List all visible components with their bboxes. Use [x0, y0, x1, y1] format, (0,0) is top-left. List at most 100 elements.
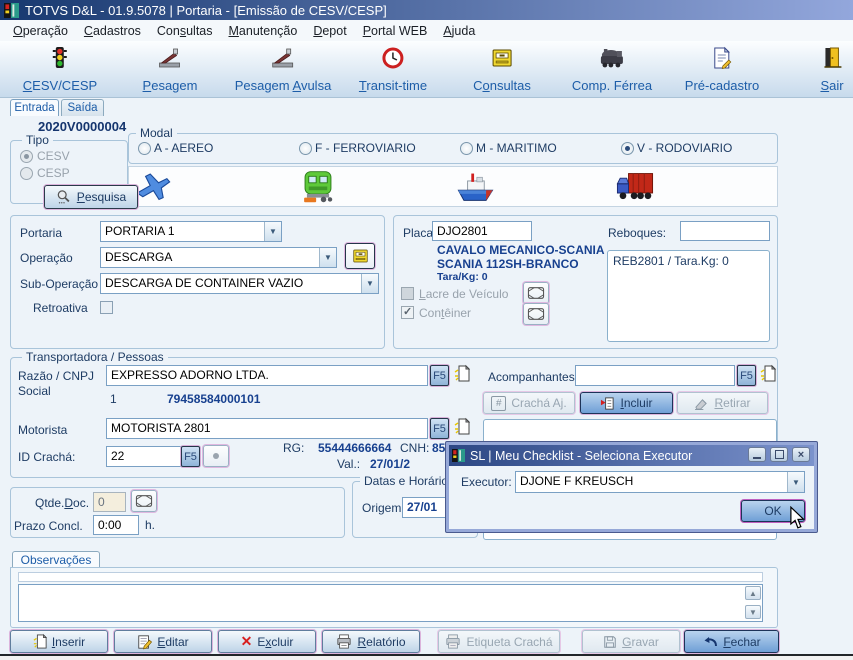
reboques-listbox[interactable]: REB2801 / Tara.Kg: 0: [607, 250, 770, 342]
operacao-combobox[interactable]: DESCARGA ▼: [100, 247, 337, 268]
tab-saida-label: Saída: [67, 102, 98, 114]
menu-cadastros[interactable]: Cadastros: [77, 22, 148, 40]
dropdown-arrow-icon[interactable]: ▼: [264, 222, 281, 241]
toolbar-pesagem-avulsa-label: Pesagem Avulsa: [234, 78, 332, 93]
menu-operacao[interactable]: Operação: [6, 22, 75, 40]
val-label: Val.:: [337, 457, 361, 471]
radio-aereo[interactable]: [138, 142, 151, 155]
razao-input[interactable]: EXPRESSO ADORNO LTDA.: [106, 365, 428, 386]
dialog-minimize-button[interactable]: [748, 447, 766, 462]
scroll-up-icon[interactable]: ▲: [745, 586, 761, 600]
pesquisa-button-label: Pesquisa: [76, 190, 127, 204]
razao-new-document-icon[interactable]: [454, 364, 471, 388]
tab-saida[interactable]: Saída: [61, 99, 104, 116]
document-number: 2020V0000004: [38, 119, 127, 134]
id-cracha-dot-button[interactable]: [203, 445, 229, 467]
razao-label-line2: Social: [18, 384, 51, 398]
menu-consultas[interactable]: Consultas: [150, 22, 220, 40]
id-cracha-f5-button[interactable]: F5: [181, 446, 200, 467]
relatorio-button[interactable]: Relatório: [322, 630, 420, 653]
excluir-button[interactable]: ✕ Excluir: [218, 630, 316, 653]
dropdown-arrow-icon[interactable]: ▼: [319, 248, 336, 267]
gravar-button: Gravar: [582, 630, 680, 653]
truck-icon: [615, 168, 655, 210]
executor-combobox[interactable]: DJONE F KREUSCH ▼: [515, 471, 805, 493]
menu-depot[interactable]: Depot: [306, 22, 353, 40]
radio-maritimo[interactable]: [460, 142, 473, 155]
tab-observacoes[interactable]: Observações: [12, 551, 100, 568]
toolbar-transit-time[interactable]: Transit-time: [359, 46, 427, 93]
menu-bar: Operação Cadastros Consultas Manutenção …: [0, 20, 853, 41]
reboque-list-item[interactable]: REB2801 / Tara.Kg: 0: [613, 254, 729, 268]
toolbar-pesagem-avulsa[interactable]: Pesagem Avulsa: [234, 46, 332, 93]
acompanhantes-input[interactable]: [575, 365, 735, 386]
motorista-new-document-icon[interactable]: [454, 417, 471, 441]
executor-label: Executor:: [461, 475, 512, 489]
retroativa-label: Retroativa: [33, 301, 88, 315]
prazo-concl-input[interactable]: 0:00: [93, 515, 139, 535]
scroll-down-icon[interactable]: ▼: [745, 605, 761, 619]
razao-f5-button[interactable]: F5: [430, 365, 449, 386]
motorista-f5-button[interactable]: F5: [430, 418, 449, 439]
qtde-doc-detail-button[interactable]: [131, 490, 157, 512]
radio-ferroviario-label: F - FERROVIARIO: [315, 141, 416, 155]
app-icon: [4, 2, 19, 18]
radio-rodoviario-label: V - RODOVIARIO: [637, 141, 733, 155]
conteiner-detail-button[interactable]: [523, 303, 549, 325]
fechar-button[interactable]: Fechar: [684, 630, 779, 653]
incluir-button[interactable]: Incluir: [580, 392, 673, 414]
toolbar-consultas[interactable]: Consultas: [473, 46, 531, 93]
toolbar-cesv-cesp[interactable]: CESV/CESP: [23, 46, 97, 93]
toolbar-transit-time-label: Transit-time: [358, 78, 428, 93]
toolbar-sair[interactable]: Sair: [820, 46, 844, 93]
new-document-icon: [33, 633, 47, 650]
radio-ferroviario[interactable]: [299, 142, 312, 155]
prazo-unit-label: h.: [145, 518, 156, 532]
editar-button[interactable]: Editar: [114, 630, 212, 653]
menu-portal-web[interactable]: Portal WEB: [356, 22, 435, 40]
observacoes-textarea[interactable]: [18, 584, 763, 622]
acompanhantes-f5-button[interactable]: F5: [737, 365, 756, 386]
conteiner-checkbox: ✓: [401, 306, 414, 319]
hash-badge-icon: #: [491, 395, 507, 411]
window-titlebar: TOTVS D&L - 01.9.5078 | Portaria - [Emis…: [0, 0, 853, 20]
retirar-label: Retirar: [714, 396, 751, 410]
portaria-combobox[interactable]: PORTARIA 1 ▼: [100, 221, 282, 242]
suboperacao-combobox[interactable]: DESCARGA DE CONTAINER VAZIO ▼: [100, 273, 379, 294]
razao-code: 1: [110, 392, 117, 406]
radio-rodoviario[interactable]: [621, 142, 634, 155]
radio-cesv-label: CESV: [37, 149, 70, 163]
vehicle-tara: Tara/Kg: 0: [437, 271, 488, 283]
dialog-close-button[interactable]: ×: [792, 447, 810, 462]
toolbar-pesagem[interactable]: Pesagem: [143, 46, 197, 93]
dialog-title: SL | Meu Checklist - Seleciona Executor: [470, 448, 693, 463]
dropdown-arrow-icon[interactable]: ▼: [361, 274, 378, 293]
scale-icon: [271, 46, 295, 75]
retroativa-checkbox[interactable]: [100, 301, 113, 314]
toolbar-comp-ferrea[interactable]: Comp. Férrea: [572, 46, 652, 93]
pesquisa-button[interactable]: Pesquisa: [44, 185, 138, 209]
incluir-label: Incluir: [620, 396, 653, 410]
edit-document-icon: [137, 634, 153, 650]
id-cracha-label: ID Crachá:: [18, 450, 76, 464]
lacre-detail-button[interactable]: [523, 282, 549, 304]
menu-manutencao[interactable]: Manutenção: [222, 22, 305, 40]
menu-ajuda[interactable]: Ajuda: [436, 22, 482, 40]
toolbar-pre-cadastro[interactable]: Pré-cadastro: [685, 46, 759, 93]
printer-icon: [336, 634, 352, 649]
placa-input[interactable]: DJO2801: [432, 221, 532, 241]
motorista-input[interactable]: MOTORISTA 2801: [106, 418, 428, 439]
toolbar-comp-ferrea-label: Comp. Férrea: [571, 78, 653, 93]
id-cracha-input[interactable]: 22: [106, 446, 182, 467]
dropdown-arrow-icon[interactable]: ▼: [787, 472, 804, 492]
inserir-button[interactable]: Inserir: [10, 630, 108, 653]
people-legend: Transportadora / Pessoas: [22, 350, 168, 364]
acompanhantes-new-document-icon[interactable]: [760, 364, 777, 388]
dialog-maximize-button[interactable]: [770, 447, 788, 462]
toolbar-cesv-cesp-label: CESV/CESP: [22, 78, 98, 93]
inserir-label: Inserir: [51, 634, 86, 649]
operacao-lookup-button[interactable]: [345, 243, 375, 269]
reboques-input[interactable]: [680, 221, 770, 241]
portaria-label: Portaria: [20, 226, 63, 240]
tab-entrada[interactable]: Entrada: [10, 99, 59, 116]
